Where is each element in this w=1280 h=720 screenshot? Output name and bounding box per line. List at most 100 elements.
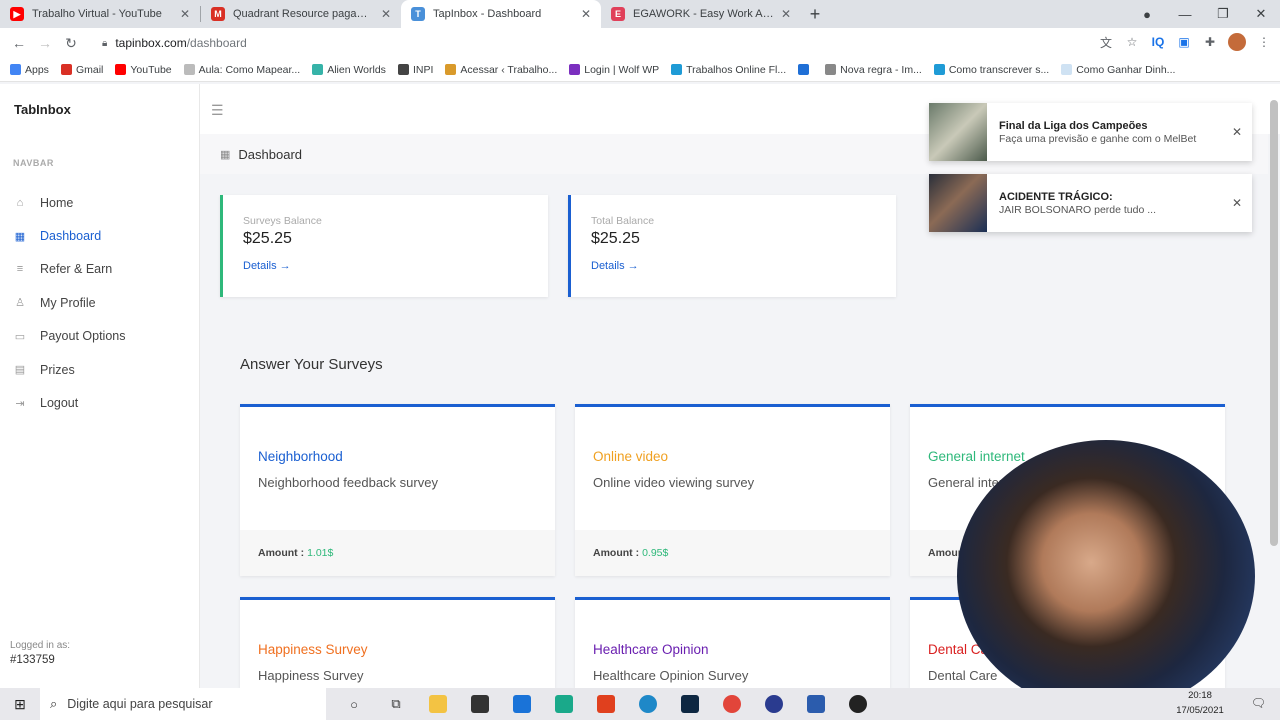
bookmark-item[interactable]: Trabalhos Online Fl...	[671, 64, 786, 76]
close-icon[interactable]: ✕	[1222, 125, 1252, 139]
back-button[interactable]: ←	[6, 35, 32, 51]
profile-avatar[interactable]	[1228, 33, 1246, 51]
new-tab-button[interactable]: +	[801, 0, 829, 28]
sidebar-item-dashboard[interactable]: ▦ Dashboard	[0, 219, 200, 252]
task-view-icon[interactable]: ⧉	[378, 688, 414, 720]
windows-start-icon[interactable]: ⊞	[0, 696, 40, 713]
sidebar-item-label: Refer & Earn	[40, 262, 113, 277]
bookmark-item[interactable]: Como transcrever s...	[933, 63, 1050, 76]
tab-title: Quadrant Resource pagamento	[233, 8, 375, 20]
menu-kebab-icon[interactable]: ⋮	[1256, 35, 1272, 49]
notification-center-icon[interactable]: 🗨︎	[1251, 696, 1266, 710]
bookmark-star-icon[interactable]: ☆	[1124, 35, 1140, 49]
file-explorer-icon[interactable]	[420, 688, 456, 720]
sidebar-item-logout[interactable]: ⇥ Logout	[0, 386, 200, 419]
close-tab-icon[interactable]: ✕	[581, 7, 591, 21]
bookmark-item[interactable]: Acessar ‹ Trabalho...	[445, 64, 557, 76]
bookmark-item[interactable]: Nova regra - Im...	[825, 64, 922, 76]
tab-title: TapInbox - Dashboard	[433, 8, 542, 20]
sidebar-item-payout[interactable]: ▭ Payout Options	[0, 320, 200, 353]
bookmark-item[interactable]: Aula: Como Mapear...	[183, 64, 300, 76]
chrome-icon[interactable]	[714, 688, 750, 720]
close-tab-icon[interactable]: ✕	[381, 7, 391, 21]
bookmark-item[interactable]	[798, 64, 813, 75]
taskbar-clock[interactable]: 20:18 17/05/2021	[1170, 688, 1230, 718]
close-tab-icon[interactable]: ✕	[180, 7, 190, 21]
close-window-button[interactable]: ✕	[1242, 6, 1280, 22]
sidebar: TabInbox NAVBAR ⌂ Home ▦ Dashboard ≡ Refer …	[0, 84, 200, 688]
forward-button[interactable]: →	[32, 35, 58, 51]
extensions-puzzle-icon[interactable]: ✚	[1202, 35, 1218, 49]
bookmark-item[interactable]: YouTube	[115, 64, 172, 76]
brand-logo[interactable]: TabInbox	[14, 102, 71, 117]
edge-icon[interactable]	[630, 688, 666, 720]
bookmark-item[interactable]: INPI	[397, 64, 433, 76]
gmail-icon: M	[211, 7, 225, 21]
logout-icon: ⇥	[15, 397, 25, 410]
page-title: Dashboard	[238, 146, 303, 162]
sidebar-item-prizes[interactable]: ▤ Prizes	[0, 353, 200, 386]
tab-tapinbox[interactable]: T TapInbox - Dashboard ✕	[401, 0, 601, 28]
tab-egawork[interactable]: E EGAWORK - Easy Work At Home ✕	[601, 0, 801, 28]
tab-youtube[interactable]: ▶ Trabalho Virtual - YouTube ✕	[0, 0, 200, 28]
tab-gmail[interactable]: M Quadrant Resource pagamento ✕	[201, 0, 401, 28]
survey-card[interactable]: Neighborhood Neighborhood feedback surve…	[240, 404, 555, 576]
dashboard-icon: ▦	[14, 230, 26, 243]
push-notification[interactable]: ACIDENTE TRÁGICO: JAIR BOLSONARO perde t…	[929, 174, 1252, 232]
details-link[interactable]: Details →	[591, 260, 639, 272]
reload-button[interactable]: ↻	[58, 35, 84, 52]
photoshop-icon[interactable]	[672, 688, 708, 720]
sidebar-item-home[interactable]: ⌂ Home	[0, 186, 200, 219]
windows-taskbar: ⊞ ⌕ Digite aqui para pesquisar ○ ⧉	[0, 688, 1280, 720]
bookmark-label: Como transcrever s...	[948, 63, 1050, 76]
sidebar-item-label: Home	[40, 195, 74, 210]
maximize-button[interactable]: ❐	[1204, 6, 1242, 22]
taskbar-search-input[interactable]: ⌕ Digite aqui para pesquisar	[40, 688, 326, 720]
survey-name[interactable]: Healthcare Opinion	[593, 642, 709, 657]
home-icon: ⌂	[16, 196, 24, 209]
address-bar[interactable]: 🔒︎ tapinbox.com/dashboard	[92, 31, 1138, 55]
survey-description: Dental Care	[928, 668, 998, 683]
bookmark-item[interactable]: Gmail	[60, 64, 103, 76]
logged-in-label: Logged in as:	[10, 640, 71, 651]
bookmark-item[interactable]: Login | Wolf WP	[569, 64, 659, 76]
wallet-icon: ▭	[14, 330, 26, 343]
total-balance-card: Total Balance $25.25 Details →	[568, 195, 896, 297]
survey-card[interactable]: Happiness Survey Happiness Survey	[240, 597, 555, 688]
mail-icon[interactable]	[504, 688, 540, 720]
bookmark-item[interactable]: Como Ganhar Dinh...	[1061, 64, 1175, 76]
notification-body: JAIR BOLSONARO perde tudo ...	[999, 203, 1156, 216]
cortana-icon[interactable]: ○	[336, 688, 372, 720]
bookmark-favicon-icon	[115, 64, 127, 75]
minimize-button[interactable]: —	[1166, 7, 1204, 22]
push-notification[interactable]: Final da Liga dos Campeões Faça uma prev…	[929, 103, 1252, 161]
store-icon[interactable]	[462, 688, 498, 720]
notification-title: ACIDENTE TRÁGICO:	[999, 190, 1113, 203]
survey-card[interactable]: Healthcare Opinion Healthcare Opinion Su…	[575, 597, 890, 688]
hamburger-menu-icon[interactable]: ☰	[211, 102, 224, 119]
sidebar-item-profile[interactable]: ♙ My Profile	[0, 286, 200, 319]
survey-name[interactable]: Happiness Survey	[258, 642, 368, 657]
survey-card[interactable]: Online video Online video viewing survey…	[575, 404, 890, 576]
close-icon[interactable]: ✕	[1222, 196, 1252, 210]
translate-icon[interactable]: 文	[1098, 34, 1114, 51]
extension-iq-icon[interactable]: IQ	[1150, 35, 1166, 49]
sidebar-item-refer[interactable]: ≡ Refer & Earn	[0, 253, 200, 286]
extension-screen-icon[interactable]: ▣	[1176, 35, 1192, 49]
search-placeholder: Digite aqui para pesquisar	[67, 697, 213, 711]
obs-icon[interactable]	[840, 688, 876, 720]
word-icon[interactable]	[798, 688, 834, 720]
page-scrollbar[interactable]	[1270, 100, 1278, 546]
close-tab-icon[interactable]: ✕	[781, 7, 791, 21]
bookmark-item[interactable]: Alien Worlds	[312, 64, 386, 76]
survey-name[interactable]: Neighborhood	[258, 449, 343, 464]
bookmark-item[interactable]: Apps	[10, 64, 49, 76]
record-icon[interactable]: ●	[1128, 7, 1166, 22]
survey-name[interactable]: General internet	[928, 449, 1025, 464]
app-l-icon[interactable]	[546, 688, 582, 720]
survey-description: Neighborhood feedback survey	[258, 475, 438, 490]
survey-name[interactable]: Online video	[593, 449, 668, 464]
details-link[interactable]: Details →	[243, 260, 291, 272]
office-icon[interactable]	[588, 688, 624, 720]
audio-app-icon[interactable]	[756, 688, 792, 720]
